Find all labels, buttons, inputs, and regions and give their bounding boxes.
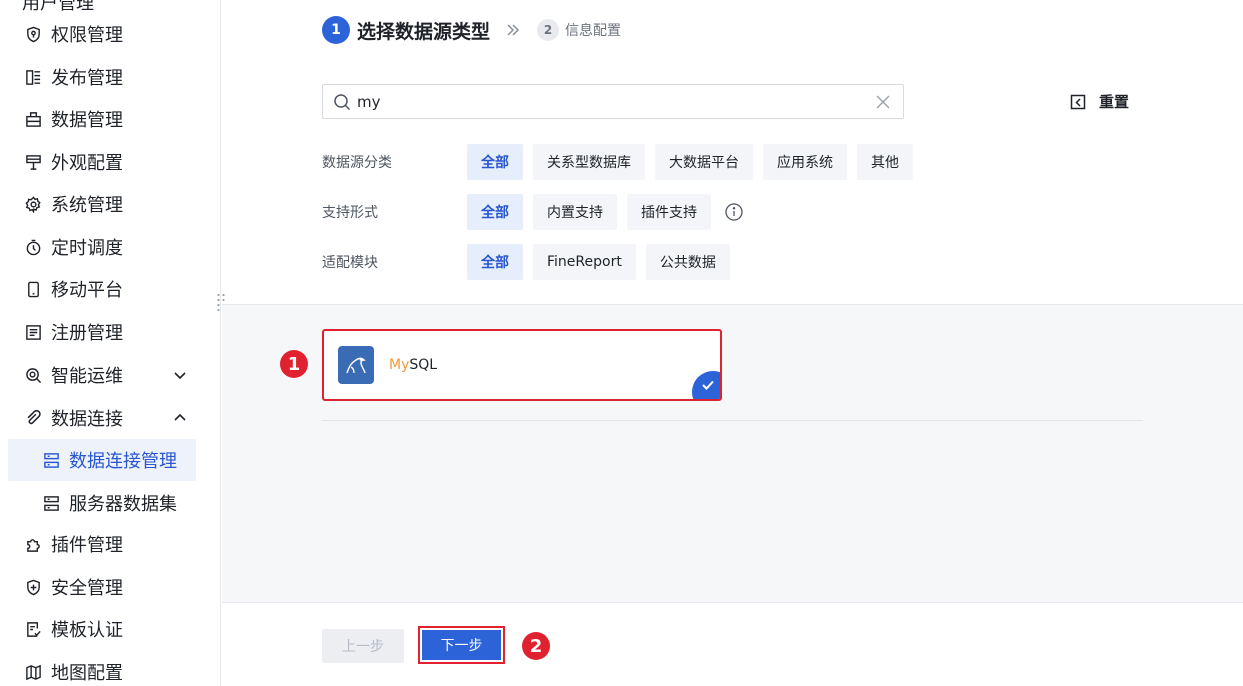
reset-button[interactable]: 重置: [1070, 91, 1129, 112]
clear-icon[interactable]: [875, 94, 891, 110]
appearance-icon: [24, 153, 42, 171]
step-1-label: 选择数据源类型: [357, 20, 491, 43]
annotation-badge-2: 2: [522, 632, 550, 660]
reset-label: 重置: [1099, 93, 1130, 111]
sidebar-item-label: 定时调度: [51, 238, 123, 259]
annotation-badge-1: 1: [280, 350, 308, 378]
sidebar-item-label: 服务器数据集: [69, 494, 177, 515]
plugin-icon: [24, 535, 42, 553]
reset-icon: [1070, 94, 1086, 109]
sidebar-item-label: 注册管理: [51, 323, 123, 344]
sidebar-item-label: 数据连接: [51, 409, 123, 430]
chip-category-app[interactable]: 应用系统: [763, 144, 847, 180]
sidebar-item-label: 数据管理: [51, 110, 123, 131]
sidebar-item-label: 地图配置: [51, 663, 123, 684]
sidebar-item-data-connection[interactable]: 数据连接: [0, 397, 220, 439]
link-icon: [24, 409, 42, 427]
gear-icon: [24, 195, 42, 213]
chip-support-builtin[interactable]: 内置支持: [533, 194, 617, 230]
sidebar-item-publish[interactable]: 发布管理: [0, 56, 220, 98]
publish-icon: [24, 68, 42, 86]
step-1-number: 1: [322, 16, 350, 44]
filter-row-support: 支持形式 全部 内置支持 插件支持: [322, 194, 744, 230]
main-content: 1 选择数据源类型 2 信息配置 my 重置 数据源分类 全部 关系型数据库 大…: [222, 0, 1243, 686]
search-icon: [334, 93, 351, 110]
sidebar-item-label: 数据连接管理: [69, 451, 177, 472]
datasource-name: MySQL: [389, 357, 438, 373]
info-icon[interactable]: [724, 202, 744, 222]
chip-support-plugin[interactable]: 插件支持: [627, 194, 711, 230]
search-value: my: [357, 92, 381, 111]
step-indicator: 1 选择数据源类型 2 信息配置: [322, 15, 621, 45]
sidebar-item-label: 外观配置: [51, 153, 123, 174]
sidebar-item-appearance[interactable]: 外观配置: [0, 141, 220, 183]
mobile-icon: [24, 280, 42, 298]
sidebar-item-label: 插件管理: [51, 535, 123, 556]
connection-manage-icon: [42, 451, 60, 469]
server-dataset-icon: [42, 494, 60, 512]
chevron-down-icon[interactable]: [172, 367, 188, 383]
sidebar-item-register[interactable]: 注册管理: [0, 311, 220, 353]
sidebar-item-plugin[interactable]: 插件管理: [0, 523, 220, 565]
sidebar-item-mobile[interactable]: 移动平台: [0, 268, 220, 310]
filter-row-category: 数据源分类 全部 关系型数据库 大数据平台 应用系统 其他: [322, 144, 923, 180]
sidebar-item-server-dataset[interactable]: 服务器数据集: [0, 482, 220, 524]
sidebar-item-system[interactable]: 系统管理: [0, 183, 220, 225]
sidebar-item-label: 移动平台: [51, 280, 123, 301]
sidebar-item-security[interactable]: 安全管理: [0, 566, 220, 608]
sidebar: 用户管理 权限管理 发布管理 数据管理 外观配置 系统管理 定时调度 移动平台 …: [0, 0, 221, 686]
chip-module-finereport[interactable]: FineReport: [533, 244, 636, 280]
footer-bar: 上一步 下一步 2: [222, 602, 1243, 686]
sidebar-item-label: 系统管理: [51, 195, 123, 216]
security-icon: [24, 578, 42, 596]
mysql-logo-icon: [338, 346, 374, 384]
next-step-button[interactable]: 下一步: [422, 630, 501, 660]
step-2-number: 2: [537, 19, 560, 41]
sidebar-item-connection-manage[interactable]: 数据连接管理: [8, 439, 196, 481]
timer-icon: [24, 238, 42, 256]
chip-category-relational[interactable]: 关系型数据库: [533, 144, 645, 180]
filter-label-category: 数据源分类: [322, 155, 392, 171]
sidebar-item-permission[interactable]: 权限管理: [0, 13, 220, 55]
filter-row-module: 适配模块 全部 FineReport 公共数据: [322, 244, 740, 280]
sidebar-item-label: 安全管理: [51, 578, 123, 599]
map-icon: [24, 663, 42, 681]
sidebar-item-schedule[interactable]: 定时调度: [0, 226, 220, 268]
next-step-highlight: 下一步: [418, 626, 505, 664]
double-chevron-right-icon: [507, 24, 520, 36]
sidebar-item-template-cert[interactable]: 模板认证: [0, 608, 220, 650]
filter-label-support: 支持形式: [322, 205, 378, 221]
chip-category-other[interactable]: 其他: [857, 144, 913, 180]
chip-category-all[interactable]: 全部: [467, 144, 523, 180]
ops-icon: [24, 366, 42, 384]
selected-check-icon: [692, 371, 720, 399]
result-divider: [322, 420, 1143, 421]
shield-key-icon: [24, 25, 42, 43]
prev-step-button[interactable]: 上一步: [322, 629, 404, 663]
search-input[interactable]: my: [322, 84, 904, 119]
template-cert-icon: [24, 620, 42, 638]
database-box-icon: [24, 110, 42, 128]
chip-support-all[interactable]: 全部: [467, 194, 523, 230]
sidebar-item-map[interactable]: 地图配置: [0, 651, 220, 686]
sidebar-item-label: 权限管理: [51, 25, 123, 46]
register-icon: [24, 323, 42, 341]
step-2-label: 信息配置: [565, 23, 622, 39]
sidebar-item-data-manage[interactable]: 数据管理: [0, 98, 220, 140]
sidebar-item-label: 模板认证: [51, 620, 123, 641]
sidebar-item-label: 智能运维: [51, 366, 123, 387]
chip-module-all[interactable]: 全部: [467, 244, 523, 280]
chip-category-bigdata[interactable]: 大数据平台: [655, 144, 753, 180]
chip-module-public-data[interactable]: 公共数据: [645, 244, 730, 280]
datasource-card-mysql[interactable]: MySQL: [322, 329, 722, 401]
chevron-up-icon[interactable]: [172, 410, 188, 426]
filter-label-module: 适配模块: [322, 255, 378, 271]
sidebar-item-label: 发布管理: [51, 68, 123, 89]
sidebar-item-ops[interactable]: 智能运维: [0, 354, 220, 396]
